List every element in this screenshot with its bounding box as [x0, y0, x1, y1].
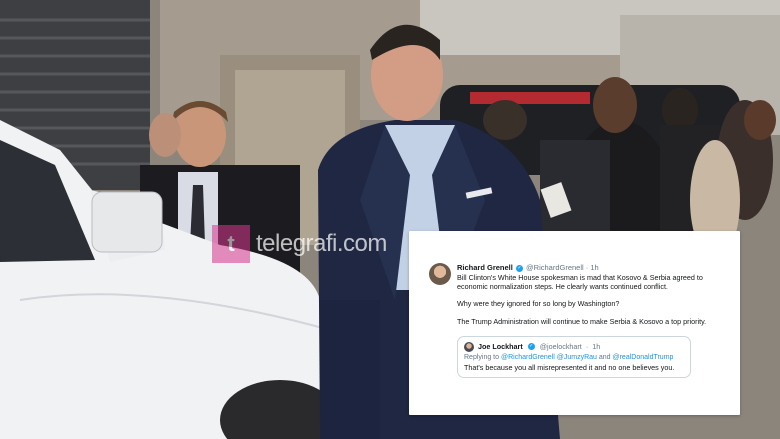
mention-link[interactable]: @JumzyRau	[557, 354, 597, 361]
replying-and: and	[598, 353, 611, 361]
telegrafi-logo-icon: t	[212, 225, 250, 263]
verified-badge-icon: ✓	[515, 264, 523, 272]
replying-prefix: Replying to	[464, 353, 500, 361]
quoted-tweet-time: 1h	[592, 342, 601, 352]
mention-link[interactable]: @RichardGrenell	[501, 354, 555, 361]
tweet-body: Richard Grenell ✓ @RichardGrenell · 1h B…	[457, 263, 728, 334]
tweet-paragraph-1: Bill Clinton's White House spokesman is …	[457, 273, 703, 292]
author-avatar[interactable]	[429, 263, 451, 285]
tweet-time[interactable]: 1h	[590, 263, 598, 272]
tweet-card: Richard Grenell ✓ @RichardGrenell · 1h B…	[409, 231, 740, 415]
quoted-author-name: Joe Lockhart	[478, 342, 523, 352]
tweet-paragraph-2: Why were they ignored for so long by Was…	[457, 299, 620, 309]
quoted-author-handle: @joelockhart	[539, 342, 582, 352]
header-separator: ·	[585, 263, 589, 272]
watermark-text: telegrafi.com	[256, 230, 387, 257]
quoted-tweet-text: That's because you all misrepresented it…	[464, 362, 675, 372]
replying-to: Replying to @RichardGrenell @JumzyRau an…	[464, 354, 682, 361]
tweet-header: Richard Grenell ✓ @RichardGrenell · 1h	[457, 263, 728, 272]
quoted-tweet-header: Joe Lockhart ✓ @joelockhart · 1h	[464, 341, 682, 352]
mention-link[interactable]: @realDonaldTrump	[613, 354, 674, 361]
quoted-separator: ·	[585, 342, 589, 352]
telegrafi-watermark: t telegrafi.com	[212, 224, 387, 264]
author-handle[interactable]: @RichardGrenell	[526, 263, 584, 272]
tweet-paragraph-3: The Trump Administration will continue t…	[457, 316, 707, 326]
author-name[interactable]: Richard Grenell	[457, 263, 513, 272]
quoted-verified-badge-icon: ✓	[527, 343, 535, 351]
tweet: Richard Grenell ✓ @RichardGrenell · 1h B…	[429, 263, 728, 334]
quoted-author-avatar	[464, 341, 474, 352]
quoted-tweet[interactable]: Joe Lockhart ✓ @joelockhart · 1h Replyin…	[457, 335, 691, 378]
